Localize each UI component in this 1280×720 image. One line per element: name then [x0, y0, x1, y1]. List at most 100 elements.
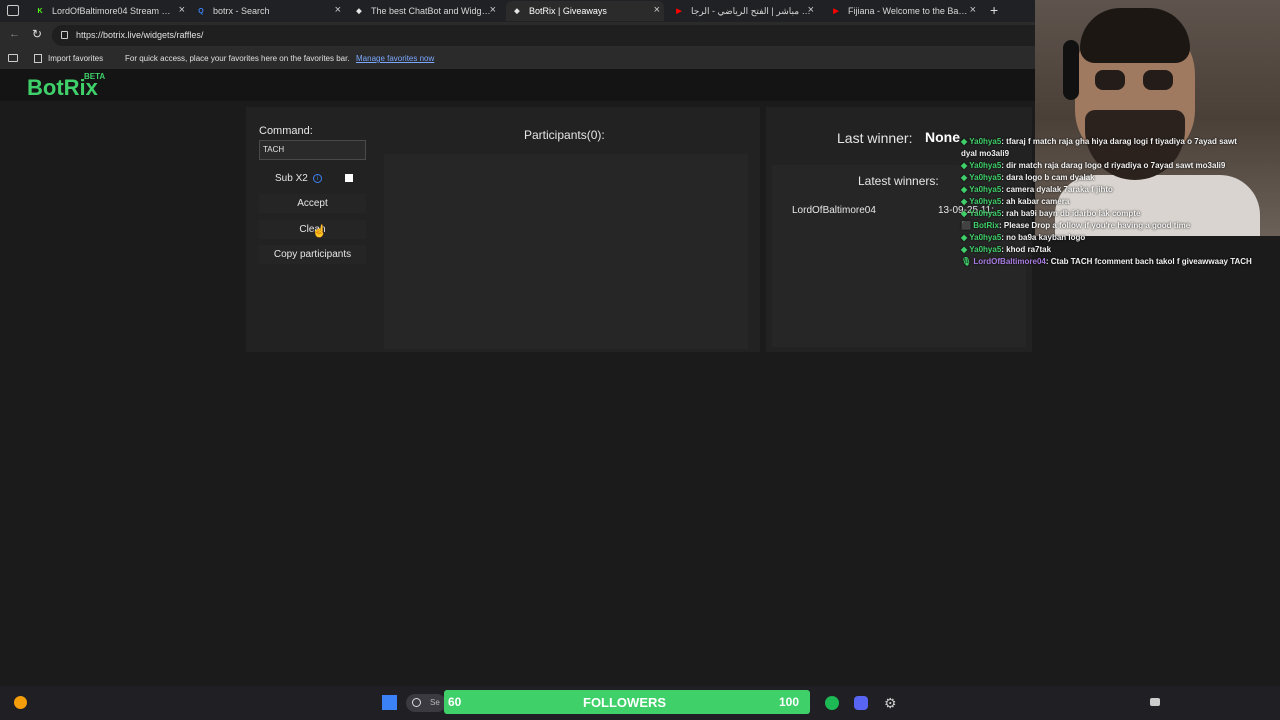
chat-message: ◆ Ya0hya5: tfaraj f match raja gha hiya … [955, 136, 1255, 160]
chat-badge-icon: ◆ [961, 197, 970, 206]
chat-badge-icon: ⬛ [961, 221, 974, 230]
tray-icon[interactable] [1150, 698, 1160, 706]
copy-participants-button[interactable]: Copy participants [259, 245, 366, 264]
close-tab-icon[interactable]: × [654, 4, 660, 16]
search-icon [412, 698, 421, 707]
chat-text: : no ba9a kayban logo [1001, 233, 1086, 242]
chat-username[interactable]: Ya0hya5 [969, 197, 1001, 206]
chat-message: ⬛ BotRix: Please Drop a follow if you're… [955, 220, 1255, 232]
info-icon[interactable]: i [313, 174, 322, 183]
browser-tab[interactable]: ◆ The best ChatBot and Widgets fo × [348, 1, 500, 21]
followers-goal: 100 [779, 695, 800, 709]
chat-username[interactable]: Ya0hya5 [969, 185, 1001, 194]
manage-favorites-link[interactable]: Manage favorites now [356, 54, 434, 63]
import-favorites-icon [34, 54, 42, 63]
browser-tab[interactable]: ▶ Fijiana - Welcome to the Bay - Yo × [825, 1, 980, 21]
chat-text: : tfaraj f match raja gha hiya darag log… [961, 137, 1237, 158]
close-tab-icon[interactable]: × [970, 4, 976, 16]
beta-badge: BETA [84, 72, 106, 81]
taskbar: Se 60 FOLLOWERS 100 ⚙ [0, 686, 1280, 720]
tab-favicon-icon: Q [198, 7, 204, 15]
chat-username[interactable]: LordOfBaltimore04 [973, 257, 1045, 266]
chat-text: : khod ra7tak [1001, 245, 1052, 254]
tab-favicon-icon: ◆ [356, 8, 362, 15]
chat-message: ◆ Ya0hya5: no ba9a kayban logo [955, 232, 1255, 244]
browser-tab[interactable]: K LordOfBaltimore04 Stream - Watc × [29, 1, 189, 21]
browser-tab[interactable]: ◆ BotRix | Giveaways × [506, 1, 664, 21]
chat-badge-icon: ◆ [961, 161, 970, 170]
windows-start-icon[interactable] [382, 695, 397, 710]
chat-message: ◆ Ya0hya5: dara logo b cam dyalak [955, 172, 1255, 184]
chat-message: ◆ Ya0hya5: ah kabar camera [955, 196, 1255, 208]
chat-message: ◆ Ya0hya5: dir match raja darag logo d r… [955, 160, 1255, 172]
discord-icon[interactable] [854, 696, 868, 710]
tab-label: botrx - Search [213, 6, 270, 16]
tab-label: BotRix | Giveaways [529, 6, 607, 16]
chat-text: : dir match raja darag logo d riyadiya o… [1001, 161, 1226, 170]
tab-label: The best ChatBot and Widgets fo [371, 6, 491, 16]
tab-actions-icon[interactable] [7, 5, 19, 16]
tab-favicon-icon: K [37, 7, 43, 15]
chat-text: : Ctab TACH fcomment bach takol f giveaw… [1045, 257, 1252, 266]
tab-favicon-icon: ◆ [514, 8, 520, 15]
followers-goal-bar: 60 FOLLOWERS 100 [444, 690, 810, 714]
chat-badge-icon: ◆ [961, 173, 970, 182]
favorites-hint: For quick access, place your favorites h… [125, 54, 350, 63]
url-text[interactable]: https://botrix.live/widgets/raffles/ [76, 30, 203, 40]
browser-tab[interactable]: ▶ بث مباشر | الفتح الرياضي - الرجا × [668, 1, 818, 21]
chat-message: ◆ Ya0hya5: camera dyalak 7araka f jihto [955, 184, 1255, 196]
stream-chat-overlay: ◆ Ya0hya5: tfaraj f match raja gha hiya … [955, 136, 1255, 268]
chat-badge-icon: ◆ [961, 209, 970, 218]
command-input[interactable]: TACH [259, 140, 366, 160]
headset-icon [1063, 40, 1079, 100]
chat-badge-icon: ◆ [961, 185, 970, 194]
chat-text: : camera dyalak 7araka f jihto [1001, 185, 1113, 194]
back-arrow-icon[interactable]: ← [9, 28, 20, 40]
chat-text: : rah ba9i bayn db idarbo lak compte [1001, 209, 1141, 218]
latest-winners-title: Latest winners: [858, 174, 939, 188]
tab-label: Fijiana - Welcome to the Bay - Yo [848, 6, 968, 16]
chat-username[interactable]: Ya0hya5 [969, 137, 1001, 146]
last-winner-label: Last winner: [837, 130, 913, 146]
close-tab-icon[interactable]: × [490, 4, 496, 16]
sub-x2-checkbox[interactable] [345, 174, 353, 182]
tab-favicon-icon: ▶ [833, 8, 839, 15]
import-favorites-button[interactable]: Import favorites [48, 54, 103, 63]
latest-winner-name: LordOfBaltimore04 [792, 205, 876, 216]
chat-username[interactable]: Ya0hya5 [969, 233, 1001, 242]
address-bar[interactable]: https://botrix.live/widgets/raffles/ [52, 25, 1057, 46]
chat-message: 🎙 LordOfBaltimore04: Ctab TACH fcomment … [955, 256, 1255, 268]
new-tab-button[interactable]: + [990, 2, 998, 18]
tab-favicon-icon: ▶ [676, 8, 682, 15]
settings-gear-icon[interactable]: ⚙ [884, 695, 897, 712]
streamer-hair [1080, 8, 1190, 63]
tab-label: بث مباشر | الفتح الرياضي - الرجا [691, 5, 811, 16]
chat-badge-icon: ◆ [961, 137, 970, 146]
chat-badge-icon: 🎙 [961, 257, 974, 266]
close-tab-icon[interactable]: × [808, 4, 814, 16]
browser-tab[interactable]: Qbotrx - Search × [190, 1, 345, 21]
glasses-left-lens [1095, 70, 1125, 90]
accept-button[interactable]: Accept [259, 194, 366, 213]
spotify-icon[interactable] [825, 696, 839, 710]
chat-username[interactable]: Ya0hya5 [969, 245, 1001, 254]
lock-icon [61, 31, 68, 39]
followers-count: 60 [448, 695, 462, 709]
favorites-collapse-icon[interactable] [8, 54, 18, 62]
chat-text: : ah kabar camera [1001, 197, 1070, 206]
chat-username[interactable]: Ya0hya5 [969, 209, 1001, 218]
participants-list[interactable] [384, 154, 748, 349]
close-tab-icon[interactable]: × [179, 4, 185, 16]
chat-username[interactable]: BotRix [973, 221, 999, 230]
chat-message: ◆ Ya0hya5: khod ra7tak [955, 244, 1255, 256]
refresh-icon[interactable]: ↻ [32, 27, 42, 41]
mouse-cursor-icon: ☝ [312, 224, 327, 238]
command-label: Command: [259, 125, 313, 137]
chat-username[interactable]: Ya0hya5 [969, 173, 1001, 182]
chat-badge-icon: ◆ [961, 245, 970, 254]
close-tab-icon[interactable]: × [335, 4, 341, 16]
followers-label: FOLLOWERS [583, 695, 667, 710]
chat-message: ◆ Ya0hya5: rah ba9i bayn db idarbo lak c… [955, 208, 1255, 220]
chat-badge-icon: ◆ [961, 233, 970, 242]
chat-username[interactable]: Ya0hya5 [969, 161, 1001, 170]
